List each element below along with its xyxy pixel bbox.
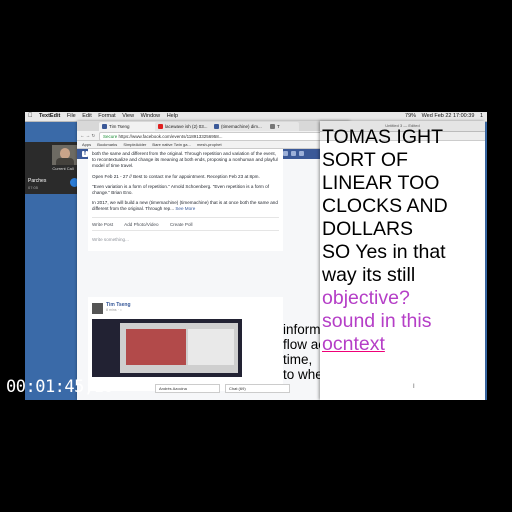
text-cursor-icon: I: [413, 384, 415, 390]
apple-icon[interactable]: : [28, 112, 33, 121]
image-region: [188, 329, 234, 365]
menu-help[interactable]: Help: [167, 112, 178, 121]
text-line: objective?: [322, 287, 410, 309]
bookmark-bookmarks[interactable]: Bookmarks: [97, 142, 117, 147]
tab-label: T: [277, 124, 280, 129]
notification-count[interactable]: 1: [480, 112, 483, 121]
post-paragraph: "Even variation is a form of repetition.…: [92, 183, 269, 196]
menu-format[interactable]: Format: [98, 112, 115, 121]
chat-person[interactable]: Andrés Azocina: [155, 384, 220, 393]
text-line: SORT OF: [322, 149, 408, 171]
battery-level[interactable]: 79%: [405, 112, 416, 121]
text-line: TOMAS IGHT: [322, 126, 443, 148]
caller-video: [52, 145, 78, 165]
text-line: sound in this: [322, 310, 432, 332]
url-text: https://www.facebook.com/events/11891332…: [118, 134, 223, 139]
menu-status-area: 79% Wed Feb 22 17:00:39 1: [401, 112, 483, 121]
see-more-link[interactable]: See More: [175, 206, 195, 211]
tab-strip: Tim Tseng lacewave ish (2) 03... (timema…: [77, 121, 350, 131]
image-region: [126, 329, 186, 365]
chat-bar: Andrés Azocina Chat (69): [155, 384, 295, 393]
menu-window[interactable]: Window: [141, 112, 161, 121]
clock[interactable]: Wed Feb 22 17:00:39: [422, 112, 475, 121]
editor-text[interactable]: TOMAS IGHT SORT OF LINEAR TOO CLOCKS AND…: [322, 126, 482, 356]
caller-name: Parches: [28, 178, 47, 184]
post-time: 8 mins · ○: [106, 308, 122, 312]
tab-label: lacewave ish (2) 03...: [165, 124, 208, 129]
post-paragraph: In 2017, we will build a new (timemachin…: [92, 200, 279, 212]
tab-label: Tim Tseng: [109, 124, 130, 129]
write-post-button[interactable]: Write Post: [92, 222, 113, 227]
menu-edit[interactable]: Edit: [82, 112, 91, 121]
text-line: DOLLARS: [322, 218, 414, 240]
desktop-screen:  TextEdit File Edit Format View Window …: [25, 112, 487, 400]
feed-post: Tim Tseng 8 mins · ○: [88, 297, 283, 391]
menu-view[interactable]: View: [122, 112, 134, 121]
avatar[interactable]: [92, 303, 103, 314]
url-field[interactable]: Secure https://www.facebook.com/events/1…: [99, 132, 332, 141]
friends-icon[interactable]: [283, 151, 288, 156]
bookmark-simpleadder[interactable]: SimpleAdder: [123, 142, 146, 147]
bookmark-mesh-prophet[interactable]: mesh-prophet: [197, 142, 222, 147]
post-paragraph: both the same and different from the ori…: [92, 151, 278, 169]
tab-tim-tseng[interactable]: Tim Tseng: [99, 122, 163, 131]
tab-t[interactable]: T: [267, 122, 299, 131]
bookmarks-bar: Apps Bookmarks SimpleAdder Bare native T…: [77, 141, 350, 149]
youtube-icon: [158, 124, 163, 129]
nav-arrows-icon[interactable]: ← → ↻: [80, 131, 95, 140]
page-icon: [270, 124, 275, 129]
post-paragraph: Open Feb 21 - 27 // Best to contact me f…: [92, 173, 260, 179]
post-actions: Write Post Add Photo/Video Create Poll: [92, 216, 279, 230]
text-line: way its still: [322, 264, 416, 286]
event-post: both the same and different from the ori…: [88, 149, 283, 251]
timecode: 00:01:45;10: [6, 377, 114, 397]
menu-file[interactable]: File: [67, 112, 76, 121]
create-poll-button[interactable]: Create Poll: [170, 222, 193, 227]
bookmark-apps[interactable]: Apps: [82, 142, 91, 147]
tab-label: (timemachine) dim...: [221, 124, 262, 129]
caller-body: [56, 158, 74, 165]
tab-lacewave[interactable]: lacewave ish (2) 03...: [155, 122, 219, 131]
messages-icon[interactable]: [291, 151, 296, 156]
write-something-input[interactable]: Write something...: [92, 229, 279, 249]
text-line: CLOCKS AND: [322, 195, 448, 217]
bookmark-bare-native[interactable]: Bare native Twin ga...: [152, 142, 190, 147]
secure-label: Secure: [103, 134, 118, 139]
menu-app-name[interactable]: TextEdit: [39, 112, 60, 121]
text-line: LINEAR TOO: [322, 172, 440, 194]
address-bar-row: ← → ↻ Secure https://www.facebook.com/ev…: [77, 131, 350, 141]
call-duration: 07:05: [28, 185, 39, 190]
chat-toggle[interactable]: Chat (69): [225, 384, 290, 393]
tab-timemachine[interactable]: (timemachine) dim...: [211, 122, 275, 131]
add-photo-button[interactable]: Add Photo/Video: [124, 222, 158, 227]
notifications-icon[interactable]: [299, 151, 304, 156]
text-line: SO Yes in that: [322, 241, 446, 263]
facebook-icon: [102, 124, 107, 129]
text-line: ocntext: [322, 333, 385, 355]
post-image[interactable]: [92, 319, 242, 377]
textedit-window: Untitled 3 — Edited TOMAS IGHT SORT OF L…: [320, 121, 485, 400]
facebook-icon: [214, 124, 219, 129]
